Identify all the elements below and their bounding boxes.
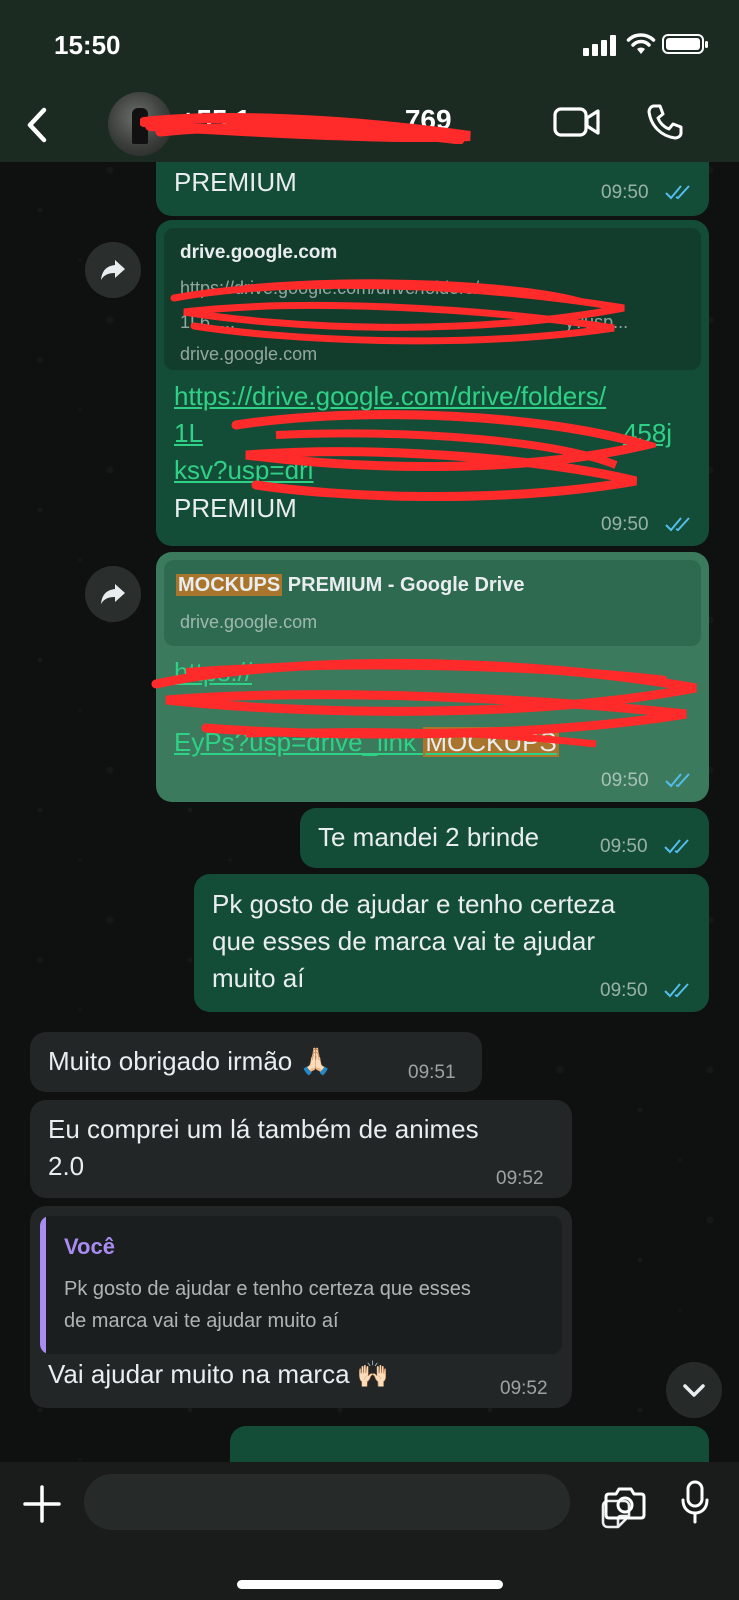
message-bubble-outgoing[interactable]: drive.google.com https://drive.google.co… <box>156 220 709 546</box>
message-text-line: 2.0 <box>48 1151 85 1181</box>
link-preview[interactable]: drive.google.com https://drive.google.co… <box>164 228 701 370</box>
message-bubble-incoming[interactable]: Muito obrigado irmão 🙏🏻 09:51 <box>30 1032 482 1092</box>
message-link-line3[interactable]: EyPs?usp=drive_link MOCKUPS <box>174 724 559 761</box>
status-time: 15:50 <box>54 30 121 60</box>
quoted-message[interactable]: Você Pk gosto de ajudar e tenho certeza … <box>40 1216 562 1354</box>
link-preview-url-line2: 1L6_... y?usp... <box>180 312 628 333</box>
attach-button[interactable] <box>22 1484 62 1524</box>
quote-text-line: de marca vai te ajudar muito aí <box>64 1310 339 1332</box>
message-time: 09:50 <box>601 182 649 203</box>
status-bar: 15:50 <box>0 0 739 90</box>
link-preview[interactable]: MOCKUPS PREMIUM - Google Drive drive.goo… <box>164 560 701 646</box>
message-bubble-outgoing[interactable]: PREMIUM 09:50 <box>156 162 709 216</box>
message-text-line: Pk gosto de ajudar e tenho certeza <box>212 889 616 919</box>
wifi-icon <box>626 33 656 54</box>
message-text: Muito obrigado irmão 🙏🏻 <box>48 1046 332 1076</box>
message-bubble-incoming-reply[interactable]: Você Pk gosto de ajudar e tenho certeza … <box>30 1206 572 1408</box>
message-link-line2[interactable]: 1L 458j <box>174 415 672 452</box>
message-bubble-outgoing-highlighted[interactable]: MOCKUPS PREMIUM - Google Drive drive.goo… <box>151 552 709 802</box>
read-receipt-icon <box>665 773 690 788</box>
chevron-down-icon <box>683 1384 705 1397</box>
link-preview-url-tail: y?usp... <box>565 312 629 332</box>
message-list[interactable]: PREMIUM 09:50 drive.google.com https://d… <box>0 162 739 1462</box>
scroll-to-bottom-button[interactable] <box>666 1362 722 1418</box>
message-bubble-outgoing[interactable]: Te mandei 2 brinde 09:50 <box>300 808 709 868</box>
message-input[interactable] <box>84 1474 631 1530</box>
microphone-button[interactable] <box>680 1480 710 1524</box>
quote-author: Você <box>64 1234 115 1259</box>
message-bubble-incoming[interactable]: Eu comprei um lá também de animes 2.0 09… <box>30 1100 572 1198</box>
read-receipt-icon <box>664 983 689 998</box>
cellular-signal-icon <box>583 34 617 56</box>
message-text: PREMIUM <box>174 167 297 197</box>
link-preview-domain: drive.google.com <box>180 612 318 632</box>
message-text-line: que esses de marca vai te ajudar <box>212 926 595 956</box>
message-link-line2-end: 458j <box>622 418 673 448</box>
share-arrow-icon <box>101 584 125 604</box>
message-link-line1[interactable]: https://drive.google.com/drive/folders/ <box>174 378 606 415</box>
search-highlight: MOCKUPS <box>423 727 559 757</box>
message-bubble-outgoing[interactable]: Pk gosto de ajudar e tenho certeza que e… <box>194 874 709 1012</box>
message-composer <box>0 1462 739 1600</box>
link-preview-title: drive.google.com <box>180 242 338 263</box>
message-text: Vai ajudar muito na marca 🙌🏻 <box>48 1359 390 1389</box>
quote-text-line: Pk gosto de ajudar e tenho certeza que e… <box>64 1278 471 1300</box>
message-link-line1[interactable]: https:// <box>174 654 252 691</box>
message-text-line: Eu comprei um lá também de animes <box>48 1114 479 1144</box>
message-text: Te mandei 2 brinde <box>318 822 540 852</box>
link-preview-url-start: 1L6_... <box>180 312 236 332</box>
battery-icon <box>662 34 708 54</box>
video-call-button[interactable] <box>553 106 601 138</box>
search-highlight: MOCKUPS <box>176 574 283 596</box>
forward-button[interactable] <box>85 242 141 298</box>
message-link-line3[interactable]: ksv?usp=dri <box>174 452 313 489</box>
read-receipt-icon <box>665 185 690 200</box>
link-preview-url-line1: https://drive.google.com/drive/folders/ <box>180 278 480 298</box>
redaction-scribble <box>140 113 471 144</box>
home-indicator <box>237 1580 503 1589</box>
forward-button[interactable] <box>85 566 141 622</box>
message-link-line3-text: EyPs?usp=drive_link <box>174 727 417 757</box>
message-time: 09:50 <box>600 836 648 857</box>
voice-call-button[interactable] <box>645 102 685 142</box>
message-time: 09:50 <box>600 980 648 1001</box>
message-text-line: muito aí <box>212 963 305 993</box>
quote-accent-bar <box>40 1216 46 1354</box>
message-time: 09:52 <box>500 1378 548 1399</box>
chat-screen: 15:50 +55 1 769 PREMIUM 09:50 drive.goog… <box>0 0 739 1600</box>
chat-header: +55 1 769 <box>0 90 739 162</box>
camera-button[interactable] <box>604 1486 646 1520</box>
message-bubble-outgoing-partial[interactable] <box>230 1426 709 1462</box>
message-text: PREMIUM <box>174 493 297 523</box>
read-receipt-icon <box>665 517 690 532</box>
share-arrow-icon <box>101 260 125 280</box>
back-button[interactable] <box>18 100 58 150</box>
link-preview-domain: drive.google.com <box>180 344 318 364</box>
message-time: 09:51 <box>408 1062 456 1083</box>
message-time: 09:52 <box>496 1168 544 1189</box>
read-receipt-icon <box>664 839 689 854</box>
link-preview-title: MOCKUPS PREMIUM - Google Drive <box>176 574 524 597</box>
message-time: 09:50 <box>601 770 649 791</box>
message-time: 09:50 <box>601 514 649 535</box>
link-preview-title-rest: PREMIUM - Google Drive <box>282 574 525 596</box>
